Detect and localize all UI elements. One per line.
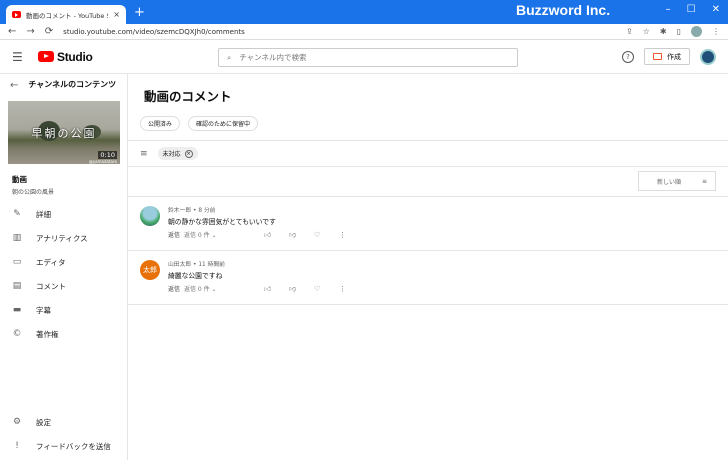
- url-field[interactable]: studio.youtube.com/video/szemcDQXJh0/com…: [63, 28, 616, 36]
- tab-close-icon[interactable]: ×: [113, 10, 120, 19]
- studio-logo[interactable]: Studio: [38, 50, 93, 64]
- browser-menu-icon[interactable]: ⋮: [712, 27, 720, 36]
- video-duration: 0:10: [98, 151, 117, 159]
- heart-icon[interactable]: ♡: [314, 231, 339, 239]
- close-window-button[interactable]: ✕: [712, 4, 720, 15]
- comment-meta: 山田太郎 • 11 時間前: [168, 262, 225, 268]
- tab-title: 動画のコメント - YouTube Studio: [26, 11, 108, 20]
- analytics-icon: ▥: [12, 233, 22, 243]
- commenter-avatar[interactable]: 太郎: [140, 260, 160, 280]
- sidebar-item-subtitles[interactable]: ▬ 字幕: [0, 298, 127, 322]
- address-bar: ← → ⟳ studio.youtube.com/video/szemcDQXJ…: [0, 24, 728, 40]
- hamburger-menu-icon[interactable]: ☰: [12, 50, 38, 64]
- comment-time: 11 時間前: [198, 262, 225, 268]
- filter-bar: ≡ 未対応 ×: [128, 141, 728, 167]
- sidebar-item-feedback[interactable]: ! フィードバックを送信: [0, 434, 127, 458]
- comment-icon: ▤: [12, 281, 22, 291]
- new-tab-button[interactable]: +: [134, 5, 145, 21]
- replies-dropdown[interactable]: 返信 0 件 ⌄: [184, 284, 264, 293]
- heart-icon[interactable]: ♡: [314, 285, 339, 293]
- minimize-button[interactable]: –: [666, 4, 671, 15]
- filter-icon[interactable]: ≡: [140, 149, 148, 159]
- search-placeholder: チャンネル内で検索: [239, 53, 307, 62]
- video-label: 動画: [12, 175, 27, 184]
- reply-button[interactable]: 返信: [168, 230, 184, 239]
- sidebar-item-copyright[interactable]: © 著作権: [0, 322, 127, 346]
- more-options-icon[interactable]: ⋮: [339, 231, 346, 239]
- window-controls: – ☐ ✕: [666, 4, 720, 15]
- remove-filter-icon[interactable]: ×: [184, 149, 193, 158]
- comment-text: 朝の静かな雰囲気がとてもいいです: [168, 218, 276, 226]
- more-options-icon[interactable]: ⋮: [339, 285, 346, 293]
- comment-author[interactable]: 山田太郎: [168, 262, 191, 268]
- youtube-favicon-icon: [12, 11, 21, 18]
- search-input[interactable]: ⌕ チャンネル内で検索: [218, 48, 518, 67]
- reload-icon[interactable]: ⟳: [45, 26, 53, 37]
- comment-item: 太郎 山田太郎 • 11 時間前 綺麗な公園ですね 返信 返信 0 件 ⌄ 👍︎…: [128, 251, 728, 305]
- browser-tab[interactable]: 動画のコメント - YouTube Studio ×: [6, 5, 126, 24]
- sidebar-item-settings[interactable]: ⚙ 設定: [0, 410, 127, 434]
- pencil-icon: ✎: [13, 209, 21, 219]
- sort-dropdown[interactable]: 新しい順 ≡: [638, 171, 716, 191]
- back-arrow-icon[interactable]: ←: [10, 80, 18, 91]
- forward-arrow-icon[interactable]: →: [26, 26, 34, 37]
- youtube-logo-icon: [38, 51, 54, 62]
- replies-dropdown[interactable]: 返信 0 件 ⌄: [184, 230, 264, 239]
- sidebar-title: チャンネルのコンテンツ: [28, 80, 117, 89]
- video-thumbnail[interactable]: 早朝の公園 0:10 @yamadataro: [8, 101, 120, 164]
- search-icon: ⌕: [227, 52, 232, 62]
- dislike-icon[interactable]: 👎︎: [289, 284, 314, 293]
- subtitles-icon: ▬: [12, 305, 22, 315]
- reply-button[interactable]: 返信: [168, 284, 184, 293]
- sidebar-item-details[interactable]: ✎ 詳細: [0, 202, 127, 226]
- dislike-icon[interactable]: 👎︎: [289, 230, 314, 239]
- chip-published[interactable]: 公開済み: [140, 116, 181, 131]
- comment-author[interactable]: 鈴木一郎: [168, 208, 191, 214]
- filter-chip-unanswered[interactable]: 未対応 ×: [157, 147, 198, 160]
- help-icon[interactable]: ?: [622, 50, 634, 63]
- browser-tab-strip: 動画のコメント - YouTube Studio × + Buzzword In…: [0, 0, 728, 24]
- comment-text: 綺麗な公園ですね: [168, 272, 223, 280]
- chip-held-for-review[interactable]: 確認のために保留中: [188, 116, 259, 131]
- thumbnail-title: 早朝の公園: [31, 127, 97, 140]
- sidepanel-icon[interactable]: ▯: [677, 27, 681, 36]
- bookmark-star-icon[interactable]: ☆: [643, 27, 650, 36]
- page-title: 動画のコメント: [144, 89, 232, 104]
- feedback-icon: !: [15, 441, 19, 451]
- comment-meta: 鈴木一郎 • 8 分前: [168, 208, 216, 214]
- video-camera-icon: [653, 53, 662, 60]
- back-arrow-icon[interactable]: ←: [8, 26, 16, 37]
- sidebar-item-analytics[interactable]: ▥ アナリティクス: [0, 226, 127, 250]
- sort-icon: ≡: [701, 177, 707, 185]
- gear-icon: ⚙: [12, 417, 22, 427]
- create-button[interactable]: 作成: [644, 48, 690, 65]
- like-icon[interactable]: 👍︎: [264, 230, 289, 239]
- thumbnail-channel: @yamadataro: [88, 159, 117, 164]
- sidebar: ← チャンネルのコンテンツ 早朝の公園 0:10 @yamadataro 動画 …: [0, 74, 128, 460]
- comment-item: 鈴木一郎 • 8 分前 朝の静かな雰囲気がとてもいいです 返信 返信 0 件 ⌄…: [128, 197, 728, 251]
- studio-header: ☰ Studio ⌕ チャンネル内で検索 ? 作成: [0, 40, 728, 74]
- commenter-avatar[interactable]: [140, 206, 160, 226]
- share-icon[interactable]: ⇪: [626, 27, 633, 36]
- extensions-icon[interactable]: ✱: [660, 27, 667, 36]
- sidebar-item-comments[interactable]: ▤ コメント: [0, 274, 127, 298]
- profile-avatar[interactable]: [691, 26, 702, 37]
- video-name: 朝の公園の風景: [12, 189, 55, 196]
- brand-watermark: Buzzword Inc.: [516, 2, 611, 18]
- account-avatar[interactable]: [700, 48, 716, 65]
- like-icon[interactable]: 👍︎: [264, 284, 289, 293]
- film-icon: ▭: [12, 257, 22, 267]
- maximize-button[interactable]: ☐: [687, 4, 696, 15]
- main-content: 動画のコメント 公開済み 確認のために保留中 ≡ 未対応 × 新しい順 ≡ 鈴木…: [128, 74, 728, 460]
- sidebar-item-editor[interactable]: ▭ エディタ: [0, 250, 127, 274]
- comment-time: 8 分前: [198, 208, 216, 214]
- copyright-icon: ©: [12, 329, 22, 339]
